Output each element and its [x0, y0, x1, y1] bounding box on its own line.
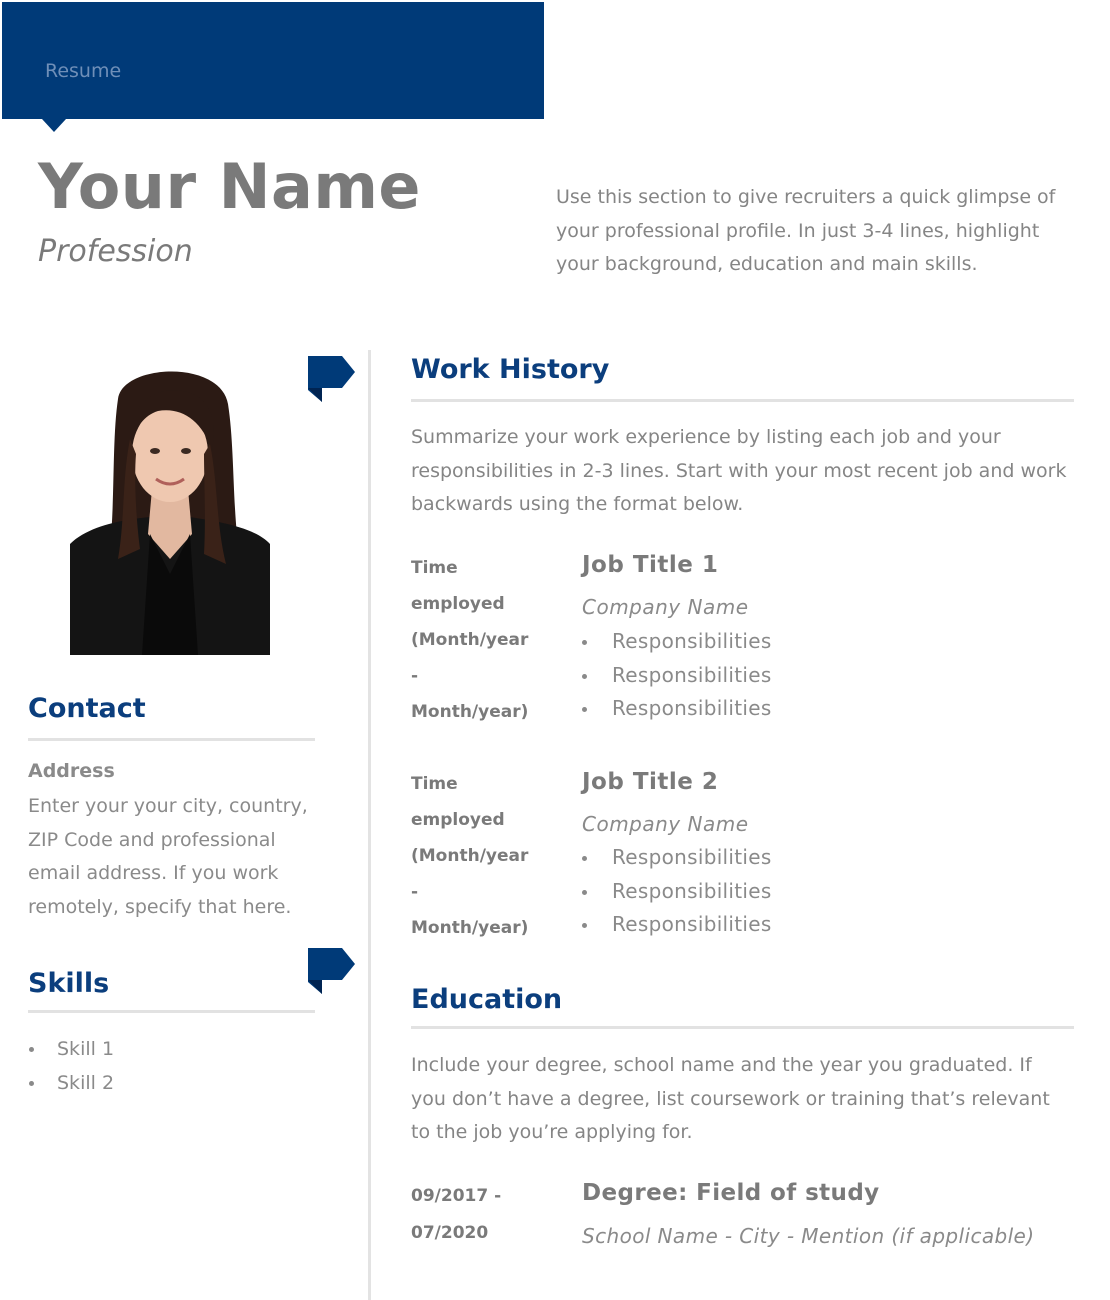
education-degree: Degree: Field of study	[582, 1180, 880, 1206]
job-1-dates-line: -	[411, 666, 419, 686]
education-rule	[411, 1026, 1074, 1029]
job-2-dates: Time employed (Month/year - Month/year)	[411, 766, 551, 946]
list-item: Responsibilities	[582, 875, 772, 909]
profile-summary: Use this section to give recruiters a qu…	[556, 186, 1056, 275]
job-2-dates-line: (Month/year	[411, 846, 529, 866]
list-item: Responsibilities	[582, 659, 772, 693]
skills-rule	[28, 1010, 315, 1013]
job-2-dates-line: -	[411, 882, 419, 902]
job-2-responsibilities: Responsibilities Responsibilities Respon…	[582, 841, 772, 942]
job-1-dates-line: employed	[411, 594, 505, 614]
candidate-name: Your Name	[38, 150, 421, 223]
work-history-rule	[411, 399, 1074, 402]
job-2-title: Job Title 2	[582, 769, 719, 795]
skills-heading: Skills	[28, 968, 110, 999]
skills-list: Skill 1 Skill 2	[28, 1032, 114, 1100]
job-1-dates: Time employed (Month/year - Month/year)	[411, 550, 551, 730]
header-notch	[42, 119, 66, 132]
education-heading: Education	[411, 984, 563, 1015]
job-1-responsibilities: Responsibilities Responsibilities Respon…	[582, 625, 772, 726]
contact-heading: Contact	[28, 693, 146, 724]
education-date-line: 07/2020	[411, 1223, 489, 1243]
work-history-intro: Summarize your work experience by listin…	[411, 426, 1067, 515]
address-label: Address	[28, 760, 115, 782]
job-1-dates-line: Time	[411, 558, 458, 578]
flag-icon	[308, 948, 355, 994]
resume-tab-label: Resume	[45, 60, 122, 82]
resume-page: Resume Your Name Profession Use this sec…	[0, 0, 1110, 1300]
column-divider	[368, 350, 371, 1300]
profile-photo	[70, 359, 270, 655]
education-date-line: 09/2017 -	[411, 1186, 502, 1206]
job-1-dates-line: Month/year)	[411, 702, 529, 722]
candidate-profession: Profession	[38, 234, 193, 269]
list-item: Responsibilities	[582, 625, 772, 659]
job-2-dates-line: Time	[411, 774, 458, 794]
list-item: Skill 1	[28, 1032, 114, 1066]
job-2-dates-line: Month/year)	[411, 918, 529, 938]
list-item: Responsibilities	[582, 692, 772, 726]
work-history-heading: Work History	[411, 354, 610, 385]
list-item: Responsibilities	[582, 908, 772, 942]
job-1-company: Company Name	[582, 595, 749, 619]
job-2-company: Company Name	[582, 812, 749, 836]
header-banner: Resume	[2, 2, 544, 119]
education-school: School Name - City - Mention (if applica…	[582, 1224, 1035, 1248]
job-1-dates-line: (Month/year	[411, 630, 529, 650]
job-1-title: Job Title 1	[582, 552, 719, 578]
flag-icon	[308, 356, 355, 402]
education-intro: Include your degree, school name and the…	[411, 1054, 1050, 1143]
education-dates: 09/2017 - 07/2020	[411, 1178, 501, 1252]
list-item: Responsibilities	[582, 841, 772, 875]
portrait-image	[70, 359, 270, 655]
list-item: Skill 2	[28, 1066, 114, 1100]
address-text: Enter your your city, country, ZIP Code …	[28, 795, 308, 918]
job-2-dates-line: employed	[411, 810, 505, 830]
contact-rule	[28, 738, 315, 741]
